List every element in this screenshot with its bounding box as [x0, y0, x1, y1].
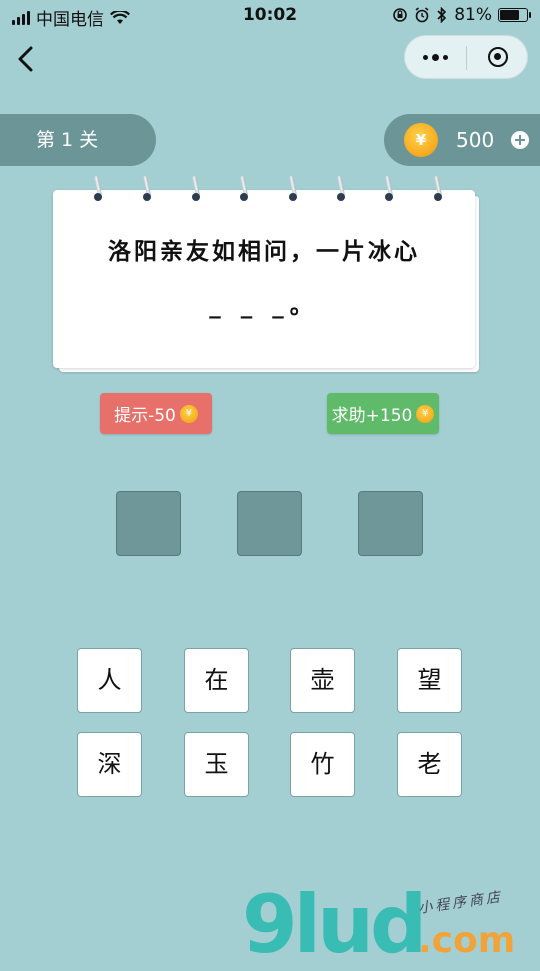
char-tile[interactable]: 老	[397, 732, 462, 797]
hint-button-label: 提示-50	[114, 406, 176, 426]
char-tile[interactable]: 人	[77, 648, 142, 713]
answer-slot-1[interactable]	[116, 491, 181, 556]
puzzle-blanks: _ _ _。	[209, 293, 319, 319]
char-tile[interactable]: 玉	[184, 732, 249, 797]
battery-percent: 81%	[454, 5, 492, 25]
answer-slot-3[interactable]	[358, 491, 423, 556]
coin-balance: ¥ 500	[384, 114, 540, 166]
bluetooth-icon	[437, 7, 447, 23]
char-tile[interactable]: 深	[77, 732, 142, 797]
binder-ring	[191, 175, 201, 203]
alarm-icon	[415, 7, 429, 23]
level-badge: 第 1 关	[0, 114, 156, 166]
char-tile[interactable]: 望	[397, 648, 462, 713]
binder-ring	[288, 175, 298, 203]
puzzle-card	[53, 190, 475, 368]
help-button[interactable]: 求助+150 ¥	[327, 393, 439, 434]
rotation-lock-icon	[393, 8, 408, 22]
mini-program-capsule	[404, 35, 528, 79]
coin-count: 500	[456, 128, 495, 152]
coin-icon: ¥	[416, 404, 435, 423]
more-menu-button[interactable]	[405, 36, 466, 78]
battery-icon	[498, 8, 531, 22]
answer-slot-2[interactable]	[237, 491, 302, 556]
watermark-suffix: .com	[418, 920, 516, 961]
watermark-logo: 9lud	[242, 878, 427, 971]
coin-icon: ¥	[404, 123, 438, 157]
close-mini-program-button[interactable]	[467, 36, 528, 78]
status-right: 81%	[392, 5, 531, 25]
binder-ring	[384, 175, 394, 203]
binder-ring	[433, 175, 443, 203]
binder-ring	[93, 175, 103, 203]
target-icon	[487, 47, 508, 67]
back-arrow-icon[interactable]	[12, 44, 42, 74]
puzzle-text: 洛阳亲友如相问，一片冰心	[108, 239, 420, 265]
binder-ring	[142, 175, 152, 203]
binder-ring	[336, 175, 346, 203]
add-coins-icon[interactable]	[511, 131, 529, 149]
watermark-tagline: 小程序商店	[417, 889, 504, 917]
char-tile[interactable]: 竹	[290, 732, 355, 797]
hint-button[interactable]: 提示-50 ¥	[100, 393, 212, 434]
char-tile[interactable]: 在	[184, 648, 249, 713]
char-tile[interactable]: 壶	[290, 648, 355, 713]
coin-icon: ¥	[179, 404, 198, 423]
help-button-label: 求助+150	[331, 406, 413, 426]
status-bar: 中国电信 10:02 81%	[0, 0, 540, 32]
more-dots-icon	[423, 54, 428, 60]
binder-ring	[239, 175, 249, 203]
